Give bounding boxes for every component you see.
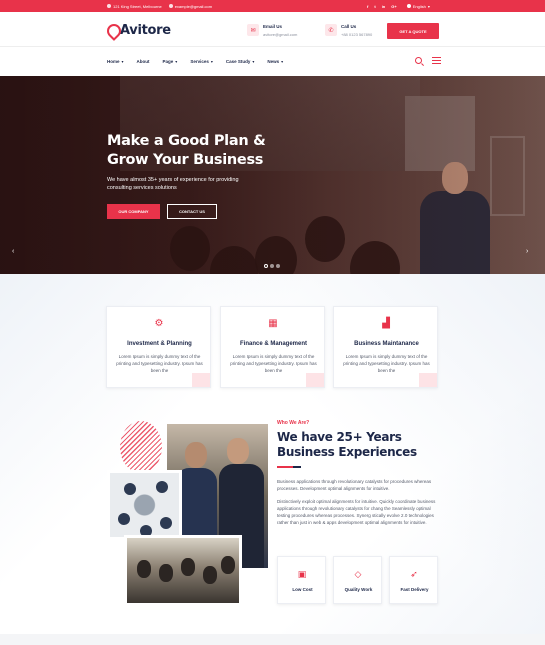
hero-subtitle: We have almost 35+ years of experience f… xyxy=(107,177,239,191)
card-corner-accent xyxy=(306,373,324,387)
team-meeting-photo xyxy=(107,470,182,540)
logo[interactable]: Avitore xyxy=(107,23,171,38)
nav-item-about[interactable]: About xyxy=(137,59,150,64)
logo-mark-icon xyxy=(107,24,117,37)
section-title: We have 25+ Years Business Experiences xyxy=(277,430,417,459)
highlight-low-cost[interactable]: ▣ Low Cost xyxy=(277,556,326,604)
chevron-down-icon: ▾ xyxy=(427,3,430,9)
card-corner-accent xyxy=(192,373,210,387)
section-kicker: Who We Are? xyxy=(277,420,310,426)
feature-text: Lorem Ipsum is simply dummy text of the … xyxy=(230,354,317,373)
email-title: Email Us xyxy=(263,24,283,29)
about-images xyxy=(107,418,269,606)
email-text[interactable]: example@gmail.com xyxy=(175,4,212,9)
highlight-fast-delivery[interactable]: ➶ Fast Delivery xyxy=(389,556,438,604)
nav-label: Page xyxy=(162,59,174,64)
top-bar: 121 King Street, Melbourne example@gmail… xyxy=(0,0,545,12)
slider-dot[interactable] xyxy=(276,264,280,268)
envelope-icon: ✉ xyxy=(247,24,259,36)
decorative-pattern xyxy=(120,421,162,473)
language-select[interactable]: English ▾ xyxy=(406,3,430,9)
main-nav: Home ▾ About Page ▾ Services ▾ Case Study ▾ … xyxy=(0,47,545,76)
slider-dot[interactable] xyxy=(270,264,274,268)
contact-us-button[interactable]: CONTACT US xyxy=(167,204,217,219)
phone-icon: ✆ xyxy=(325,24,337,36)
hero-slider: ‹ › xyxy=(0,76,545,274)
facebook-icon[interactable]: f xyxy=(367,4,368,9)
feature-text: Lorem Ipsum is simply dummy text of the … xyxy=(343,354,430,373)
get-a-quote-button[interactable]: GET A QUOTE xyxy=(387,23,439,39)
twitter-icon[interactable]: t xyxy=(374,4,375,9)
chevron-down-icon: ▾ xyxy=(121,59,124,64)
header: Avitore ✉ Email Us avitore@gmail.com ✆ C… xyxy=(0,12,545,47)
location-icon xyxy=(107,4,111,8)
nav-item-page[interactable]: Page ▾ xyxy=(163,59,178,64)
about-paragraph: Distinctively exploit optimal alignments… xyxy=(277,499,436,525)
google-plus-icon[interactable]: G+ xyxy=(391,4,396,9)
highlight-label: Low Cost xyxy=(292,587,313,592)
finance-icon: ▦ xyxy=(268,318,278,329)
highlight-quality-work[interactable]: ◇ Quality Work xyxy=(333,556,382,604)
chevron-down-icon: ▾ xyxy=(252,59,255,64)
office-workers-photo xyxy=(124,535,242,606)
slider-dot-active[interactable] xyxy=(264,264,268,268)
feature-card-investment[interactable]: ⚙ Investment & Planning Lorem Ipsum is s… xyxy=(106,306,211,388)
email-contact[interactable]: ✉ Email Us avitore@gmail.com xyxy=(247,24,297,37)
call-contact[interactable]: ✆ Call Us +88 0123 567890 xyxy=(325,24,372,37)
nav-label: Services xyxy=(190,59,209,64)
feature-text: Lorem Ipsum is simply dummy text of the … xyxy=(116,354,203,373)
address-item: 121 King Street, Melbourne xyxy=(107,4,162,9)
nav-item-home[interactable]: Home ▾ xyxy=(107,59,124,64)
chevron-down-icon: ▾ xyxy=(210,59,213,64)
chevron-down-icon: ▾ xyxy=(281,59,284,64)
feature-title: Investment & Planning xyxy=(127,341,192,347)
search-icon[interactable] xyxy=(415,57,422,64)
growth-chart-icon: ⚙ xyxy=(154,318,164,329)
chevron-down-icon: ▾ xyxy=(175,59,178,64)
feature-title: Business Maintanance xyxy=(354,341,419,347)
wallet-icon: ▣ xyxy=(297,569,307,579)
logo-text: Avitore xyxy=(120,23,171,38)
our-company-button[interactable]: OUR COMPANY xyxy=(107,204,160,219)
nav-label: About xyxy=(136,59,150,64)
feature-card-maintenance[interactable]: ▟ Business Maintanance Lorem Ipsum is si… xyxy=(333,306,438,388)
next-section-strip xyxy=(0,634,545,645)
call-value[interactable]: +88 0123 567890 xyxy=(341,32,372,37)
analytics-icon: ▟ xyxy=(382,318,390,329)
globe-icon xyxy=(406,4,411,8)
slider-dots xyxy=(264,264,280,268)
about-content: Who We Are? We have 25+ Years Business E… xyxy=(277,420,442,526)
nav-label: Case Study xyxy=(225,59,251,64)
nav-item-case-study[interactable]: Case Study ▾ xyxy=(226,59,255,64)
nav-label: News xyxy=(267,59,280,64)
nav-item-news[interactable]: News ▾ xyxy=(267,59,283,64)
card-corner-accent xyxy=(419,373,437,387)
highlight-label: Quality Work xyxy=(344,587,373,592)
email-item[interactable]: example@gmail.com xyxy=(168,4,212,9)
linkedin-icon[interactable]: in xyxy=(382,4,386,9)
hero-title: Make a Good Plan & Grow Your Business xyxy=(107,133,266,168)
slider-prev-arrow-icon[interactable]: ‹ xyxy=(12,248,14,255)
language-label: English xyxy=(412,3,426,9)
slider-next-arrow-icon[interactable]: › xyxy=(526,248,528,255)
nav-item-services[interactable]: Services ▾ xyxy=(190,59,213,64)
title-divider xyxy=(277,466,301,468)
feature-title: Finance & Management xyxy=(239,341,307,347)
address-text: 121 King Street, Melbourne xyxy=(113,3,162,9)
rocket-icon: ➶ xyxy=(410,569,418,579)
call-title: Call Us xyxy=(341,24,357,29)
feature-card-finance[interactable]: ▦ Finance & Management Lorem Ipsum is si… xyxy=(220,306,325,388)
about-paragraph: Business applications through revolution… xyxy=(277,479,432,491)
nav-label: Home xyxy=(107,59,120,64)
highlight-label: Fast Delivery xyxy=(400,587,429,592)
mail-icon xyxy=(168,4,173,8)
hero-background-image xyxy=(0,76,545,274)
diamond-icon: ◇ xyxy=(354,569,362,579)
email-value[interactable]: avitore@gmail.com xyxy=(263,32,297,37)
hamburger-menu-icon[interactable] xyxy=(432,57,441,64)
